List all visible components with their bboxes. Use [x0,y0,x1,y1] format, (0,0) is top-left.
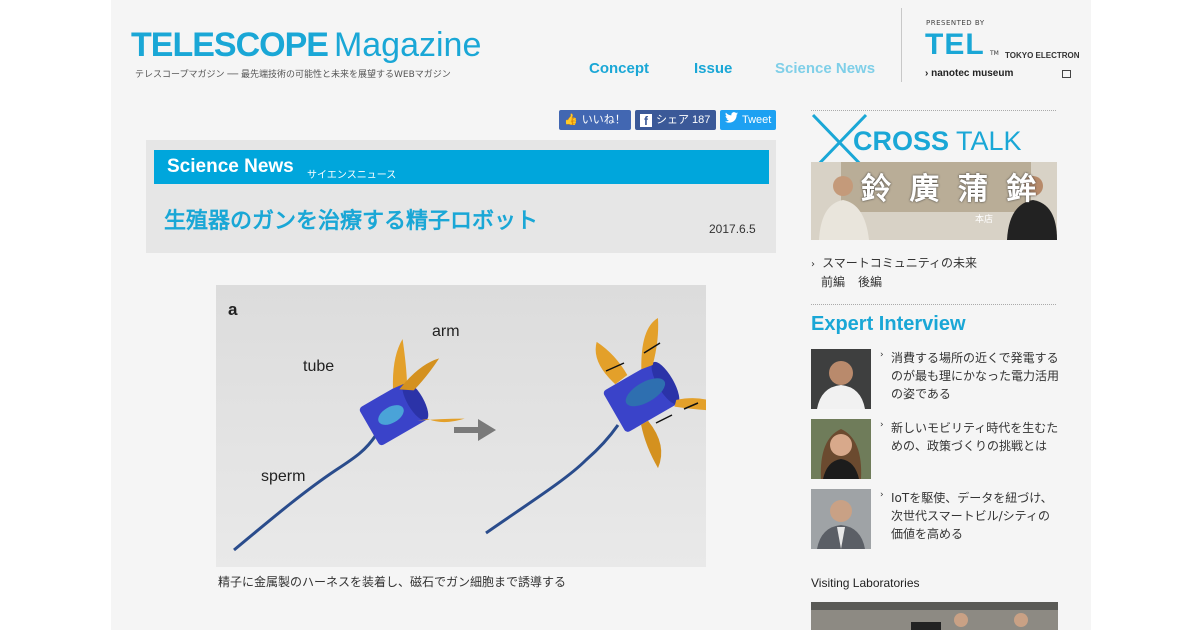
panel-label: a [228,300,238,319]
tweet-label: Tweet [742,114,772,126]
photo-sign-subtext: 本店 [975,215,994,225]
logo-telescope: TELESCOPE [131,26,329,64]
expert-thumb-1[interactable] [811,349,871,409]
facebook-like-button[interactable]: 👍 いいね！ [559,110,631,130]
visiting-laboratories-title[interactable]: Visiting Laboratories [811,576,920,590]
photo-sign-text: 鈴 廣 蒲 鉾 [861,172,1041,207]
expert-thumb-2[interactable] [811,419,871,479]
crosstalk-part-1-link[interactable]: 前編 [821,273,845,290]
facebook-share-button[interactable]: f シェア 187 [635,110,716,130]
nanotec-museum-link[interactable]: › nanotec museum [925,68,1013,79]
site-tagline: テレスコープマガジン ── 最先端技術の可能性と未来を展望するWEBマガジン [135,70,451,80]
chevron-right-icon: › [880,420,884,430]
crosstalk-topic: › スマートコミュニティの未来 [811,252,977,271]
expert-link-2[interactable]: 新しいモビリティ時代を生むための、政策づくりの挑戦とは [891,419,1061,455]
label-arm: arm [432,323,460,340]
visiting-laboratories-photo[interactable] [811,602,1058,630]
chevron-right-icon: › [880,490,884,500]
twitter-bird-icon [725,110,738,130]
like-label: いいね！ [581,114,626,126]
expert-interview-title[interactable]: Expert Interview [811,313,966,336]
thumbs-up-icon: 👍 [564,114,578,126]
section-title: Science News [167,156,294,177]
crosstalk-photo[interactable]: 鈴 廣 蒲 鉾 本店 [811,162,1057,240]
tel-logo[interactable]: TEL [925,28,985,62]
logo-magazine: Magazine [333,26,482,64]
tokyo-electron-label: TOKYO ELECTRON [1005,51,1080,60]
crosstalk-part-2-link[interactable]: 後編 [858,273,882,290]
crosstalk-title[interactable]: CROSS TALK [853,126,1022,157]
site-logo[interactable]: TELESCOPE Magazine [131,26,481,64]
chevron-right-icon: › [880,350,884,360]
chevron-right-icon: › [925,68,929,79]
nav-science-news[interactable]: Science News [775,60,875,77]
spermbot-illustration: a arm tube sperm [216,285,729,567]
crosstalk-topic-label: スマートコミュニティの未来 [822,256,978,270]
figure-caption: 精子に金属製のハーネスを装着し、磁石でガン細胞まで誘導する [218,575,567,589]
sidebar-divider [811,110,1056,111]
share-label: シェア 187 [656,114,711,126]
header-divider [901,8,902,82]
label-sperm: sperm [261,468,305,485]
section-subtitle: サイエンスニュース [307,170,397,181]
label-tube: tube [303,358,334,375]
chevron-right-icon: › [811,259,815,270]
crosstalk-title-bold: CROSS [853,126,950,156]
article-date: 2017.6.5 [709,222,756,236]
expert-thumb-3[interactable] [811,489,871,549]
facebook-icon: f [640,113,652,128]
nav-issue[interactable]: Issue [694,60,732,77]
expert-link-3[interactable]: IoTを駆使、データを紐づけ、次世代スマートビル/シティの価値を高める [891,489,1061,543]
external-link-icon[interactable] [1062,70,1071,78]
article-title: 生殖器のガンを治療する精子ロボット [164,209,539,234]
tweet-button[interactable]: Tweet [720,110,776,130]
crosstalk-title-light: TALK [956,126,1022,156]
page: TELESCOPE Magazine テレスコープマガジン ── 最先端技術の可能… [111,0,1091,630]
expert-link-1[interactable]: 消費する場所の近くで発電するのが最も理にかなった電力活用の姿である [891,349,1061,403]
article-figure: a arm tube sperm [216,285,729,567]
presented-by: PRESENTED BY [926,19,985,27]
nav-concept[interactable]: Concept [589,60,649,77]
nanotec-museum-label: nanotec museum [931,68,1014,79]
sidebar-divider [811,304,1056,305]
tel-trademark: TM [990,50,999,57]
